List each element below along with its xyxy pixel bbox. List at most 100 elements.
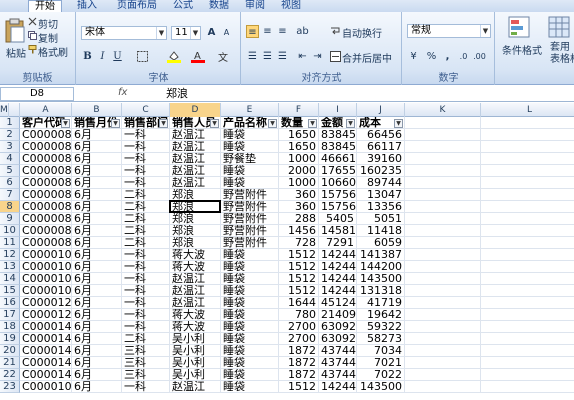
header-cell[interactable]: 产品名称 ▼ — [221, 117, 279, 129]
table-cell[interactable]: 睡袋 — [221, 333, 279, 345]
table-cell[interactable]: 143500 — [357, 381, 405, 393]
row-header[interactable]: 23 — [0, 381, 20, 393]
empty-cell[interactable] — [481, 201, 574, 213]
table-cell[interactable]: 360 — [279, 189, 319, 201]
empty-cell[interactable] — [405, 225, 481, 237]
header-cell[interactable]: 销售人员 ▼ — [170, 117, 221, 129]
table-cell[interactable]: 6月 — [72, 237, 122, 249]
table-cell[interactable]: 睡袋 — [221, 321, 279, 333]
row-header[interactable]: 21 — [0, 357, 20, 369]
tab-page-layout[interactable]: 页面布局 — [110, 0, 164, 12]
table-cell[interactable]: 63092 — [319, 333, 357, 345]
table-cell[interactable]: 赵温江 — [170, 381, 221, 393]
table-cell[interactable]: 吴小利 — [170, 333, 221, 345]
paste-icon[interactable] — [4, 18, 26, 44]
table-cell[interactable]: 6月 — [72, 381, 122, 393]
table-cell[interactable]: 一科 — [122, 321, 170, 333]
column-header-m[interactable]: M — [0, 103, 9, 117]
table-cell[interactable]: 13356 — [357, 201, 405, 213]
row-header[interactable]: 3 — [0, 141, 20, 153]
table-cell[interactable]: 6月 — [72, 297, 122, 309]
table-cell[interactable]: 睡袋 — [221, 249, 279, 261]
table-cell[interactable]: 二科 — [122, 201, 170, 213]
table-cell[interactable]: 6月 — [72, 285, 122, 297]
table-cell[interactable]: 二科 — [122, 189, 170, 201]
table-cell[interactable]: C000008 — [20, 225, 72, 237]
table-cell[interactable]: 野营附件 — [221, 213, 279, 225]
table-cell[interactable]: C000008 — [20, 177, 72, 189]
table-cell[interactable]: 15756 — [319, 189, 357, 201]
table-cell[interactable]: 一科 — [122, 381, 170, 393]
empty-cell[interactable] — [405, 309, 481, 321]
table-cell[interactable]: C000012 — [20, 297, 72, 309]
header-cell[interactable]: 客户代码 ▼ — [20, 117, 72, 129]
table-cell[interactable]: 176555 — [319, 165, 357, 177]
empty-cell[interactable] — [405, 285, 481, 297]
table-cell[interactable]: 三科 — [122, 357, 170, 369]
empty-cell[interactable] — [481, 165, 574, 177]
table-cell[interactable]: 5405 — [319, 213, 357, 225]
table-cell[interactable]: 141387 — [357, 249, 405, 261]
table-cell[interactable]: C000008 — [20, 165, 72, 177]
table-cell[interactable]: 39160 — [357, 153, 405, 165]
table-cell[interactable]: 1872 — [279, 369, 319, 381]
table-cell[interactable]: 46661 — [319, 153, 357, 165]
empty-cell[interactable] — [405, 297, 481, 309]
table-cell[interactable]: 6月 — [72, 273, 122, 285]
empty-cell[interactable] — [481, 189, 574, 201]
table-cell[interactable]: 一科 — [122, 261, 170, 273]
table-cell[interactable]: 14581 — [319, 225, 357, 237]
conditional-format-icon[interactable] — [508, 16, 530, 38]
table-cell[interactable]: 6月 — [72, 141, 122, 153]
table-cell[interactable]: 360 — [279, 201, 319, 213]
table-cell[interactable]: 一科 — [122, 249, 170, 261]
table-cell[interactable]: 6月 — [72, 177, 122, 189]
table-cell[interactable]: 野营附件 — [221, 189, 279, 201]
row-header[interactable]: 4 — [0, 153, 20, 165]
row-header[interactable]: 13 — [0, 261, 20, 273]
orientation-button[interactable]: ab — [296, 25, 309, 38]
table-cell[interactable]: 143500 — [357, 273, 405, 285]
table-cell[interactable]: 野营附件 — [221, 201, 279, 213]
table-cell[interactable]: 728 — [279, 237, 319, 249]
table-cell[interactable]: 睡袋 — [221, 261, 279, 273]
fx-icon[interactable]: fx — [118, 87, 127, 98]
table-cell[interactable]: 睡袋 — [221, 285, 279, 297]
table-cell[interactable]: C000010 — [20, 285, 72, 297]
table-cell[interactable]: 二科 — [122, 213, 170, 225]
table-cell[interactable]: 睡袋 — [221, 381, 279, 393]
header-cell[interactable]: 数量 ▼ — [279, 117, 319, 129]
column-header-c[interactable]: C — [122, 103, 170, 117]
table-cell[interactable]: 6月 — [72, 309, 122, 321]
table-cell[interactable]: C000014 — [20, 369, 72, 381]
column-header-d[interactable]: D — [170, 103, 221, 117]
table-cell[interactable]: 6月 — [72, 345, 122, 357]
table-cell[interactable]: 赵温江 — [170, 285, 221, 297]
table-cell[interactable]: 6月 — [72, 261, 122, 273]
decrease-decimal-button[interactable]: .00 — [473, 50, 486, 63]
empty-cell[interactable] — [405, 165, 481, 177]
table-cell[interactable]: 160235 — [357, 165, 405, 177]
tab-insert[interactable]: 插入 — [70, 0, 104, 12]
table-cell[interactable]: C000010 — [20, 261, 72, 273]
table-cell[interactable]: 142448 — [319, 273, 357, 285]
wrap-text-button[interactable]: 自动换行 — [342, 25, 382, 40]
table-cell[interactable]: 43744 — [319, 369, 357, 381]
table-cell[interactable]: 野营附件 — [221, 237, 279, 249]
row-header[interactable]: 22 — [0, 369, 20, 381]
table-cell[interactable]: 89744 — [357, 177, 405, 189]
table-cell[interactable]: 288 — [279, 213, 319, 225]
table-cell[interactable]: 41719 — [357, 297, 405, 309]
empty-cell[interactable] — [481, 321, 574, 333]
table-cell[interactable]: C000008 — [20, 213, 72, 225]
empty-cell[interactable] — [405, 129, 481, 141]
table-cell[interactable]: 郑浪 — [170, 237, 221, 249]
table-cell[interactable]: 106600 — [319, 177, 357, 189]
table-cell[interactable]: 一科 — [122, 141, 170, 153]
fill-color-icon[interactable] — [167, 50, 181, 63]
increase-indent-button[interactable]: ⇥ — [311, 50, 324, 63]
empty-cell[interactable] — [481, 249, 574, 261]
row-header[interactable]: 5 — [0, 165, 20, 177]
column-header-l[interactable]: L — [481, 103, 574, 117]
empty-cell[interactable] — [405, 249, 481, 261]
